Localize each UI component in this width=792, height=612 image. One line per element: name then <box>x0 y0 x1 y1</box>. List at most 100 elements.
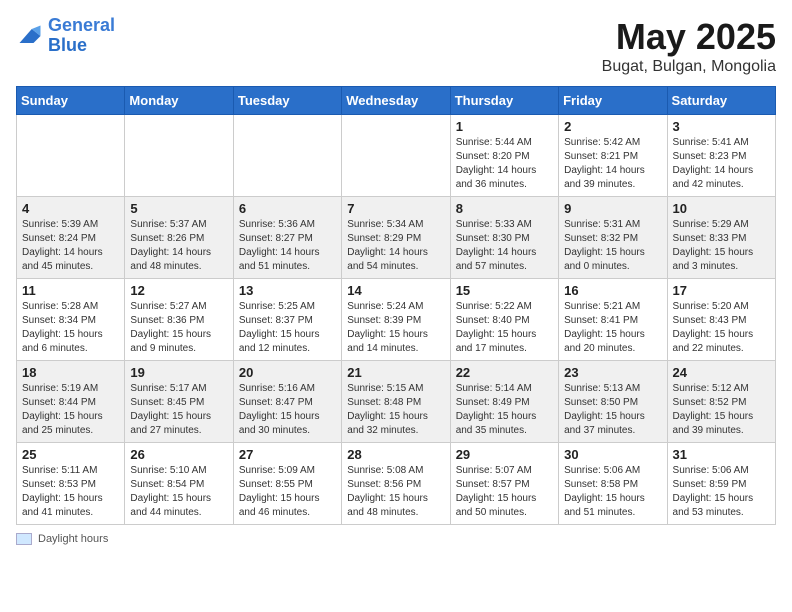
day-number: 27 <box>239 447 336 462</box>
day-info: Sunrise: 5:25 AM Sunset: 8:37 PM Dayligh… <box>239 300 336 356</box>
calendar-header-friday: Friday <box>559 87 667 115</box>
calendar-cell <box>233 115 341 197</box>
day-info: Sunrise: 5:34 AM Sunset: 8:29 PM Dayligh… <box>347 218 444 274</box>
day-info: Sunrise: 5:33 AM Sunset: 8:30 PM Dayligh… <box>456 218 553 274</box>
calendar-header-saturday: Saturday <box>667 87 775 115</box>
calendar-cell: 17Sunrise: 5:20 AM Sunset: 8:43 PM Dayli… <box>667 279 775 361</box>
calendar-cell: 7 Sunrise: 5:34 AM Sunset: 8:29 PM Daylig… <box>342 197 450 279</box>
day-number: 31 <box>673 447 770 462</box>
day-number: 14 <box>347 283 444 298</box>
day-number: 5 <box>130 201 227 216</box>
calendar-cell: 5 Sunrise: 5:37 AM Sunset: 8:26 PM Daylig… <box>125 197 233 279</box>
calendar-cell: 15 Sunrise: 5:22 AM Sunset: 8:40 PM Dayli… <box>450 279 558 361</box>
day-info: Sunrise: 5:10 AM Sunset: 8:54 PM Dayligh… <box>130 464 227 520</box>
daylight-label: Daylight hours <box>38 533 108 545</box>
logo-icon <box>16 22 44 50</box>
day-info: Sunrise: 5:27 AM Sunset: 8:36 PM Dayligh… <box>130 300 227 356</box>
calendar-cell <box>125 115 233 197</box>
day-number: 28 <box>347 447 444 462</box>
day-info: Sunrise: 5:14 AM Sunset: 8:49 PM Dayligh… <box>456 382 553 438</box>
day-number: 18 <box>22 365 119 380</box>
calendar-cell: 19 Sunrise: 5:17 AM Sunset: 8:45 PM Dayli… <box>125 361 233 443</box>
calendar-cell: 23Sunrise: 5:13 AM Sunset: 8:50 PM Dayli… <box>559 361 667 443</box>
day-number: 16 <box>564 283 661 298</box>
calendar-cell: 22 Sunrise: 5:14 AM Sunset: 8:49 PM Dayli… <box>450 361 558 443</box>
day-number: 4 <box>22 201 119 216</box>
day-info: Sunrise: 5:31 AM Sunset: 8:32 PM Dayligh… <box>564 218 661 274</box>
calendar-cell <box>17 115 125 197</box>
day-number: 17 <box>673 283 770 298</box>
day-number: 9 <box>564 201 661 216</box>
day-number: 25 <box>22 447 119 462</box>
day-number: 13 <box>239 283 336 298</box>
calendar-cell: 2Sunrise: 5:42 AM Sunset: 8:21 PM Daylig… <box>559 115 667 197</box>
calendar-cell: 13 Sunrise: 5:25 AM Sunset: 8:37 PM Dayli… <box>233 279 341 361</box>
title-block: May 2025 Bugat, Bulgan, Mongolia <box>602 16 776 76</box>
calendar-cell: 6Sunrise: 5:36 AM Sunset: 8:27 PM Daylig… <box>233 197 341 279</box>
calendar-header-tuesday: Tuesday <box>233 87 341 115</box>
calendar-table: SundayMondayTuesdayWednesdayThursdayFrid… <box>16 86 776 525</box>
day-info: Sunrise: 5:37 AM Sunset: 8:26 PM Dayligh… <box>130 218 227 274</box>
calendar-cell: 12 Sunrise: 5:27 AM Sunset: 8:36 PM Dayli… <box>125 279 233 361</box>
day-number: 29 <box>456 447 553 462</box>
day-info: Sunrise: 5:17 AM Sunset: 8:45 PM Dayligh… <box>130 382 227 438</box>
day-info: Sunrise: 5:29 AM Sunset: 8:33 PM Dayligh… <box>673 218 770 274</box>
day-info: Sunrise: 5:12 AM Sunset: 8:52 PM Dayligh… <box>673 382 770 438</box>
calendar-cell: 28Sunrise: 5:08 AM Sunset: 8:56 PM Dayli… <box>342 443 450 525</box>
day-info: Sunrise: 5:24 AM Sunset: 8:39 PM Dayligh… <box>347 300 444 356</box>
day-number: 19 <box>130 365 227 380</box>
calendar-header-row: SundayMondayTuesdayWednesdayThursdayFrid… <box>17 87 776 115</box>
day-info: Sunrise: 5:22 AM Sunset: 8:40 PM Dayligh… <box>456 300 553 356</box>
calendar-cell: 26 Sunrise: 5:10 AM Sunset: 8:54 PM Dayli… <box>125 443 233 525</box>
day-info: Sunrise: 5:15 AM Sunset: 8:48 PM Dayligh… <box>347 382 444 438</box>
day-number: 6 <box>239 201 336 216</box>
calendar-week-5: 25 Sunrise: 5:11 AM Sunset: 8:53 PM Dayli… <box>17 443 776 525</box>
month-title: May 2025 <box>602 16 776 58</box>
day-info: Sunrise: 5:19 AM Sunset: 8:44 PM Dayligh… <box>22 382 119 438</box>
calendar-cell: 8Sunrise: 5:33 AM Sunset: 8:30 PM Daylig… <box>450 197 558 279</box>
day-info: Sunrise: 5:13 AM Sunset: 8:50 PM Dayligh… <box>564 382 661 438</box>
calendar-week-3: 11Sunrise: 5:28 AM Sunset: 8:34 PM Dayli… <box>17 279 776 361</box>
calendar-cell: 24 Sunrise: 5:12 AM Sunset: 8:52 PM Dayli… <box>667 361 775 443</box>
day-number: 26 <box>130 447 227 462</box>
day-info: Sunrise: 5:41 AM Sunset: 8:23 PM Dayligh… <box>673 136 770 192</box>
calendar-week-2: 4Sunrise: 5:39 AM Sunset: 8:24 PM Daylig… <box>17 197 776 279</box>
calendar-cell: 4Sunrise: 5:39 AM Sunset: 8:24 PM Daylig… <box>17 197 125 279</box>
day-number: 30 <box>564 447 661 462</box>
calendar-header-thursday: Thursday <box>450 87 558 115</box>
day-info: Sunrise: 5:44 AM Sunset: 8:20 PM Dayligh… <box>456 136 553 192</box>
day-info: Sunrise: 5:21 AM Sunset: 8:41 PM Dayligh… <box>564 300 661 356</box>
calendar-week-4: 18 Sunrise: 5:19 AM Sunset: 8:44 PM Dayli… <box>17 361 776 443</box>
logo-text: General Blue <box>48 16 115 56</box>
calendar-cell: 27 Sunrise: 5:09 AM Sunset: 8:55 PM Dayli… <box>233 443 341 525</box>
calendar-cell: 10 Sunrise: 5:29 AM Sunset: 8:33 PM Dayli… <box>667 197 775 279</box>
day-number: 24 <box>673 365 770 380</box>
calendar-cell: 25 Sunrise: 5:11 AM Sunset: 8:53 PM Dayli… <box>17 443 125 525</box>
calendar-header-wednesday: Wednesday <box>342 87 450 115</box>
day-info: Sunrise: 5:16 AM Sunset: 8:47 PM Dayligh… <box>239 382 336 438</box>
logo: General Blue <box>16 16 115 56</box>
calendar-cell: 16 Sunrise: 5:21 AM Sunset: 8:41 PM Dayli… <box>559 279 667 361</box>
day-number: 15 <box>456 283 553 298</box>
day-info: Sunrise: 5:11 AM Sunset: 8:53 PM Dayligh… <box>22 464 119 520</box>
day-number: 12 <box>130 283 227 298</box>
calendar-footer: Daylight hours <box>16 533 776 545</box>
calendar-cell: 21 Sunrise: 5:15 AM Sunset: 8:48 PM Dayli… <box>342 361 450 443</box>
day-number: 1 <box>456 119 553 134</box>
calendar-cell: 20 Sunrise: 5:16 AM Sunset: 8:47 PM Dayli… <box>233 361 341 443</box>
calendar-cell: 18 Sunrise: 5:19 AM Sunset: 8:44 PM Dayli… <box>17 361 125 443</box>
day-number: 21 <box>347 365 444 380</box>
location-subtitle: Bugat, Bulgan, Mongolia <box>602 58 776 76</box>
day-info: Sunrise: 5:06 AM Sunset: 8:59 PM Dayligh… <box>673 464 770 520</box>
day-number: 7 <box>347 201 444 216</box>
calendar-cell: 14 Sunrise: 5:24 AM Sunset: 8:39 PM Dayli… <box>342 279 450 361</box>
calendar-week-1: 1 Sunrise: 5:44 AM Sunset: 8:20 PM Daylig… <box>17 115 776 197</box>
day-number: 10 <box>673 201 770 216</box>
day-number: 22 <box>456 365 553 380</box>
day-info: Sunrise: 5:06 AM Sunset: 8:58 PM Dayligh… <box>564 464 661 520</box>
calendar-cell: 30 Sunrise: 5:06 AM Sunset: 8:58 PM Dayli… <box>559 443 667 525</box>
day-info: Sunrise: 5:09 AM Sunset: 8:55 PM Dayligh… <box>239 464 336 520</box>
day-info: Sunrise: 5:42 AM Sunset: 8:21 PM Dayligh… <box>564 136 661 192</box>
day-number: 20 <box>239 365 336 380</box>
day-info: Sunrise: 5:28 AM Sunset: 8:34 PM Dayligh… <box>22 300 119 356</box>
